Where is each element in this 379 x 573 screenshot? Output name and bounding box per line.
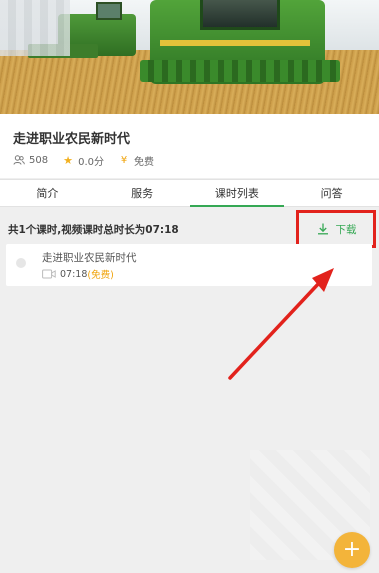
video-icon — [42, 269, 56, 279]
lesson-meta: 07:18 (免费) — [42, 267, 114, 281]
plus-icon: + — [342, 537, 362, 562]
course-cover-image — [0, 0, 379, 114]
rating-value: 0.0分 — [78, 156, 104, 168]
course-tabs: 简介 服务 课时列表 问答 — [0, 179, 379, 207]
rating: ★ 0.0分 — [62, 153, 104, 168]
download-label: 下载 — [335, 223, 357, 236]
download-icon — [316, 222, 330, 236]
lesson-summary: 共1个课时,视频课时总时长为07:18 — [8, 224, 179, 236]
student-count-value: 508 — [29, 154, 49, 166]
star-icon: ★ — [63, 153, 74, 167]
download-button[interactable]: 下载 — [316, 222, 357, 237]
lesson-status-dot — [16, 258, 26, 268]
tab-service[interactable]: 服务 — [95, 180, 190, 206]
lesson-free-tag: (免费) — [87, 270, 114, 281]
lesson-duration: 07:18 — [60, 268, 88, 280]
price-value: 免费 — [134, 156, 154, 168]
lesson-title: 走进职业农民新时代 — [42, 252, 137, 264]
tab-intro[interactable]: 简介 — [0, 180, 95, 206]
course-info-card: 走进职业农民新时代 508 ★ 0.0分 ¥ 免费 — [0, 114, 379, 178]
add-floating-button[interactable]: + — [334, 532, 370, 568]
download-highlight-box: 下载 — [296, 210, 376, 248]
course-meta: 508 ★ 0.0分 ¥ 免费 — [13, 152, 168, 168]
tab-lesson-list[interactable]: 课时列表 — [189, 180, 285, 207]
users-icon — [13, 154, 25, 166]
student-count: 508 — [13, 154, 48, 166]
yen-icon: ¥ — [120, 154, 128, 166]
price: ¥ 免费 — [118, 153, 154, 168]
course-title: 走进职业农民新时代 — [13, 132, 131, 147]
tab-qa[interactable]: 问答 — [284, 180, 379, 206]
lesson-item[interactable]: 走进职业农民新时代 07:18 (免费) — [6, 244, 372, 286]
